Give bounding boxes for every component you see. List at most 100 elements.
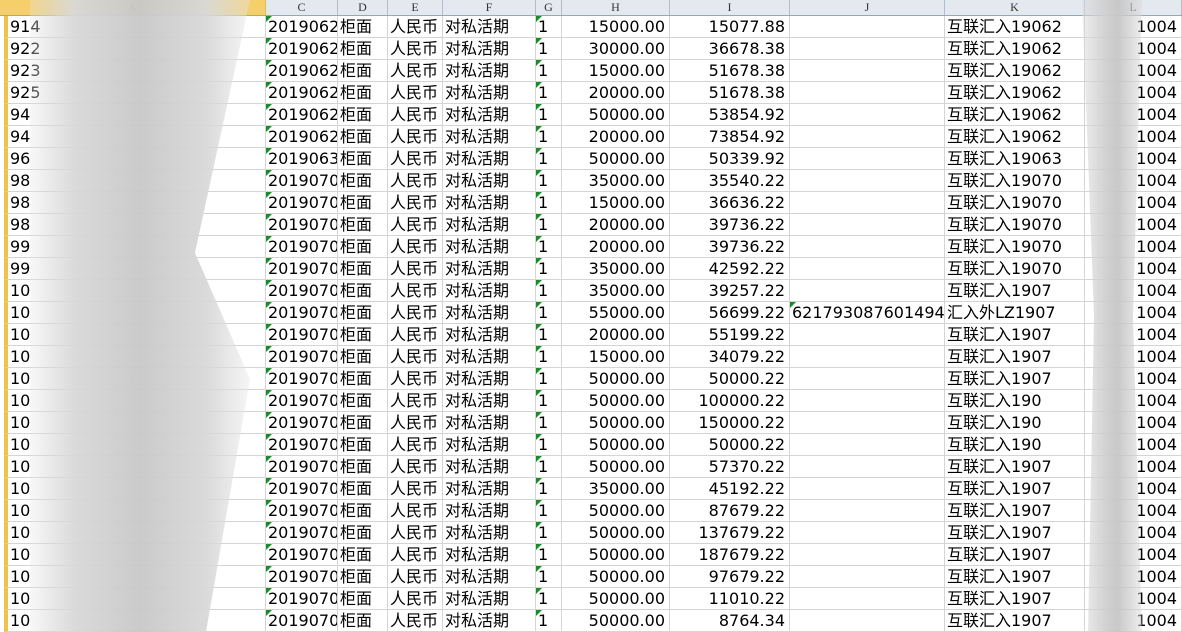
cell-c[interactable]: 20190706 [266, 390, 338, 412]
cell-a[interactable]: 96 [4, 148, 266, 170]
cell-c[interactable]: 20190709 [266, 610, 338, 632]
cell-d[interactable]: 柜面 [338, 214, 388, 236]
cell-f[interactable]: 对私活期 [443, 324, 536, 346]
cell-a[interactable]: 10 [4, 280, 266, 302]
cell-g[interactable]: 1 [536, 478, 562, 500]
cell-g[interactable]: 1 [536, 104, 562, 126]
cell-e[interactable]: 人民币 [388, 104, 443, 126]
cell-d[interactable]: 柜面 [338, 588, 388, 610]
cell-d[interactable]: 柜面 [338, 82, 388, 104]
cell-d[interactable]: 柜面 [338, 258, 388, 280]
cell-f[interactable]: 对私活期 [443, 588, 536, 610]
cell-f[interactable]: 对私活期 [443, 434, 536, 456]
cell-a[interactable]: 10 [4, 302, 266, 324]
cell-k[interactable]: 互联汇入19062 [945, 126, 1085, 148]
cell-g[interactable]: 1 [536, 126, 562, 148]
cell-d[interactable]: 柜面 [338, 280, 388, 302]
cell-f[interactable]: 对私活期 [443, 412, 536, 434]
cell-h[interactable]: 50000.00 [562, 148, 670, 170]
cell-i[interactable]: 55199.22 [670, 324, 790, 346]
column-header-l[interactable]: L [1085, 0, 1182, 15]
cell-f[interactable]: 对私活期 [443, 148, 536, 170]
cell-j[interactable] [790, 346, 945, 368]
cell-a[interactable]: 10 [4, 368, 266, 390]
cell-h[interactable]: 50000.00 [562, 610, 670, 632]
cell-e[interactable]: 人民币 [388, 478, 443, 500]
cell-l[interactable]: 1004 [1085, 478, 1182, 500]
cell-l[interactable]: 1004 [1085, 588, 1182, 610]
cell-c[interactable]: 20190627 [266, 60, 338, 82]
cell-c[interactable]: 20190630 [266, 148, 338, 170]
cell-c[interactable]: 20190701 [266, 170, 338, 192]
cell-d[interactable]: 柜面 [338, 60, 388, 82]
cell-i[interactable]: 50000.22 [670, 434, 790, 456]
cell-d[interactable]: 柜面 [338, 544, 388, 566]
cell-g[interactable]: 1 [536, 368, 562, 390]
cell-e[interactable]: 人民币 [388, 412, 443, 434]
cell-e[interactable]: 人民币 [388, 16, 443, 38]
cell-e[interactable]: 人民币 [388, 588, 443, 610]
cell-j[interactable] [790, 324, 945, 346]
cell-c[interactable]: 20190627 [266, 38, 338, 60]
cell-l[interactable]: 1004 [1085, 214, 1182, 236]
cell-k[interactable]: 互联汇入1907 [945, 346, 1085, 368]
column-header-a[interactable]: A [0, 0, 266, 15]
cell-i[interactable]: 50000.22 [670, 368, 790, 390]
cell-g[interactable]: 1 [536, 280, 562, 302]
cell-i[interactable]: 50339.92 [670, 148, 790, 170]
cell-f[interactable]: 对私活期 [443, 280, 536, 302]
cell-l[interactable]: 1004 [1085, 368, 1182, 390]
cell-f[interactable]: 对私活期 [443, 302, 536, 324]
cell-h[interactable]: 50000.00 [562, 544, 670, 566]
cell-l[interactable]: 1004 [1085, 434, 1182, 456]
cell-k[interactable]: 互联汇入19070 [945, 170, 1085, 192]
cell-c[interactable]: 20190704 [266, 280, 338, 302]
cell-l[interactable]: 1004 [1085, 38, 1182, 60]
cell-g[interactable]: 1 [536, 324, 562, 346]
cell-a[interactable]: 99 [4, 258, 266, 280]
cell-i[interactable]: 36678.38 [670, 38, 790, 60]
cell-c[interactable]: 20190628 [266, 104, 338, 126]
cell-c[interactable]: 20190708 [266, 588, 338, 610]
cell-h[interactable]: 20000.00 [562, 126, 670, 148]
cell-d[interactable]: 柜面 [338, 38, 388, 60]
cell-h[interactable]: 50000.00 [562, 368, 670, 390]
cell-k[interactable]: 互联汇入1907 [945, 544, 1085, 566]
cell-f[interactable]: 对私活期 [443, 478, 536, 500]
cell-a[interactable]: 10 [4, 610, 266, 632]
cell-l[interactable]: 1004 [1085, 412, 1182, 434]
cell-a[interactable]: 10 [4, 412, 266, 434]
cell-l[interactable]: 1004 [1085, 522, 1182, 544]
cell-g[interactable]: 1 [536, 390, 562, 412]
cell-k[interactable]: 汇入外LZ1907 [945, 302, 1085, 324]
cell-d[interactable]: 柜面 [338, 368, 388, 390]
cell-d[interactable]: 柜面 [338, 434, 388, 456]
cell-i[interactable]: 8764.34 [670, 610, 790, 632]
cell-i[interactable]: 137679.22 [670, 522, 790, 544]
cell-f[interactable]: 对私活期 [443, 126, 536, 148]
cell-l[interactable]: 1004 [1085, 170, 1182, 192]
column-header-d[interactable]: D [338, 0, 388, 15]
cell-k[interactable]: 互联汇入19062 [945, 104, 1085, 126]
cell-k[interactable]: 互联汇入190 [945, 390, 1085, 412]
cell-f[interactable]: 对私活期 [443, 258, 536, 280]
cell-g[interactable]: 1 [536, 434, 562, 456]
cell-j[interactable] [790, 258, 945, 280]
cell-k[interactable]: 互联汇入1907 [945, 456, 1085, 478]
cell-e[interactable]: 人民币 [388, 170, 443, 192]
cell-e[interactable]: 人民币 [388, 566, 443, 588]
cell-k[interactable]: 互联汇入1907 [945, 566, 1085, 588]
cell-c[interactable]: 20190705 [266, 302, 338, 324]
cell-c[interactable]: 20190627 [266, 16, 338, 38]
cell-k[interactable]: 互联汇入19062 [945, 60, 1085, 82]
cell-i[interactable]: 87679.22 [670, 500, 790, 522]
cell-d[interactable]: 柜面 [338, 478, 388, 500]
cell-e[interactable]: 人民币 [388, 148, 443, 170]
cell-g[interactable]: 1 [536, 522, 562, 544]
cell-c[interactable]: 20190706 [266, 412, 338, 434]
cell-a[interactable]: 99 [4, 236, 266, 258]
cell-d[interactable]: 柜面 [338, 566, 388, 588]
cell-l[interactable]: 1004 [1085, 258, 1182, 280]
cell-a[interactable]: 10 [4, 566, 266, 588]
cell-j[interactable] [790, 170, 945, 192]
